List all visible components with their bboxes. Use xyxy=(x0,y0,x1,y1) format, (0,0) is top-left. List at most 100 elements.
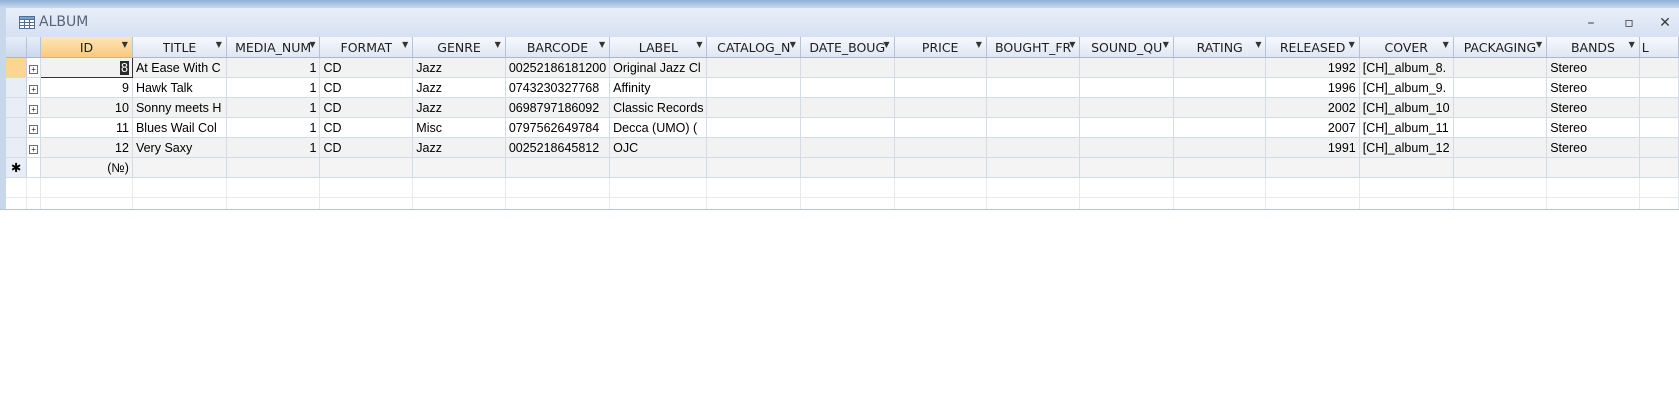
cell-barcode[interactable]: 0797562649784 xyxy=(505,117,611,138)
plus-box-icon[interactable]: + xyxy=(29,84,39,94)
new-record-cell[interactable] xyxy=(894,157,987,178)
cell-title[interactable]: Blues Wail Col xyxy=(132,117,227,138)
cell-title[interactable]: Hawk Talk xyxy=(132,77,227,98)
cell-title[interactable]: At Ease With C xyxy=(132,57,227,78)
new-record-cell[interactable] xyxy=(800,157,895,178)
row-selector[interactable] xyxy=(6,117,28,138)
dropdown-arrow-icon[interactable]: ▼ xyxy=(1443,40,1449,49)
cell-sound-quality[interactable] xyxy=(1079,77,1174,98)
new-record-cell[interactable] xyxy=(319,157,414,178)
new-record-cell[interactable] xyxy=(1359,157,1454,178)
cell-released[interactable]: 1996 xyxy=(1265,77,1360,98)
new-record-cell[interactable] xyxy=(706,157,801,178)
cell-l[interactable] xyxy=(1639,137,1679,158)
cell-rating[interactable] xyxy=(1173,57,1267,78)
column-header-catalog[interactable]: CATALOG_N ▼ xyxy=(706,37,801,58)
new-record-cell[interactable] xyxy=(986,157,1081,178)
cell-bands[interactable]: Stereo xyxy=(1546,77,1640,98)
cell-catalog[interactable] xyxy=(706,117,801,138)
column-header-bought-from[interactable]: BOUGHT_FR ▼ xyxy=(986,37,1081,58)
cell-bands[interactable]: Stereo xyxy=(1546,117,1640,138)
cell-l[interactable] xyxy=(1639,117,1679,138)
plus-box-icon[interactable]: + xyxy=(29,64,39,74)
plus-box-icon[interactable]: + xyxy=(29,144,39,154)
dropdown-arrow-icon[interactable]: ▼ xyxy=(1069,40,1075,49)
cell-format[interactable]: CD xyxy=(319,77,414,98)
title-bar[interactable]: ALBUM – ▫ ✕ xyxy=(6,8,1679,37)
cell-released[interactable]: 1991 xyxy=(1265,137,1360,158)
dropdown-arrow-icon[interactable]: ▼ xyxy=(122,40,128,49)
new-record-cell[interactable] xyxy=(505,157,611,178)
cell-bands[interactable]: Stereo xyxy=(1546,57,1640,78)
cell-format[interactable]: CD xyxy=(319,117,414,138)
cell-bought-from[interactable] xyxy=(986,97,1081,118)
cell-catalog[interactable] xyxy=(706,77,801,98)
dropdown-arrow-icon[interactable]: ▼ xyxy=(1255,40,1261,49)
dropdown-arrow-icon[interactable]: ▼ xyxy=(696,40,702,49)
cell-price[interactable] xyxy=(894,137,987,158)
row-selector[interactable] xyxy=(6,57,28,78)
column-header-rating[interactable]: RATING ▼ xyxy=(1173,37,1267,58)
cell-rating[interactable] xyxy=(1173,77,1267,98)
cell-packaging[interactable] xyxy=(1453,77,1548,98)
column-header-bands[interactable]: BANDS ▼ xyxy=(1546,37,1640,58)
cell-label[interactable]: OJC xyxy=(609,137,708,158)
cell-l[interactable] xyxy=(1639,77,1679,98)
column-header-released[interactable]: RELEASED ▼ xyxy=(1265,37,1360,58)
cell-cover[interactable]: [CH]_album_12 xyxy=(1359,137,1454,158)
cell-rating[interactable] xyxy=(1173,97,1267,118)
cell-catalog[interactable] xyxy=(706,137,801,158)
cell-media-num[interactable]: 1 xyxy=(226,57,321,78)
cell-catalog[interactable] xyxy=(706,97,801,118)
cell-price[interactable] xyxy=(894,97,987,118)
cell-released[interactable]: 2007 xyxy=(1265,117,1360,138)
cell-bands[interactable]: Stereo xyxy=(1546,97,1640,118)
cell-sound-quality[interactable] xyxy=(1079,57,1174,78)
cell-bought-from[interactable] xyxy=(986,117,1081,138)
new-record-cell[interactable] xyxy=(226,157,321,178)
row-selector[interactable] xyxy=(6,77,28,98)
dropdown-arrow-icon[interactable]: ▼ xyxy=(883,40,889,49)
cell-media-num[interactable]: 1 xyxy=(226,77,321,98)
dropdown-arrow-icon[interactable]: ▼ xyxy=(402,40,408,49)
cell-label[interactable]: Classic Records xyxy=(609,97,708,118)
column-header-genre[interactable]: GENRE ▼ xyxy=(412,37,506,58)
cell-id[interactable]: 9 xyxy=(40,77,133,98)
new-record-cell[interactable] xyxy=(132,157,227,178)
cell-barcode[interactable]: 0025218645812 xyxy=(505,137,611,158)
column-header-barcode[interactable]: BARCODE ▼ xyxy=(505,37,611,58)
cell-cover[interactable]: [CH]_album_9. xyxy=(1359,77,1454,98)
dropdown-arrow-icon[interactable]: ▼ xyxy=(599,40,605,49)
dropdown-arrow-icon[interactable]: ▼ xyxy=(495,40,501,49)
cell-label[interactable]: Decca (UMO) ( xyxy=(609,117,708,138)
close-button[interactable]: ✕ xyxy=(1654,14,1676,32)
new-record-row[interactable]: ✱ (№) xyxy=(6,157,1679,178)
row-selector[interactable] xyxy=(6,137,28,158)
cell-packaging[interactable] xyxy=(1453,57,1548,78)
cell-barcode[interactable]: 00252186181200 xyxy=(505,57,611,78)
cell-l[interactable] xyxy=(1639,57,1679,78)
column-header-title[interactable]: TITLE ▼ xyxy=(132,37,227,58)
expand-row-button[interactable]: + xyxy=(26,57,42,78)
dropdown-arrow-icon[interactable]: ▼ xyxy=(309,40,315,49)
dropdown-arrow-icon[interactable]: ▼ xyxy=(1536,40,1542,49)
cell-format[interactable]: CD xyxy=(319,97,414,118)
cell-id[interactable]: 11 xyxy=(40,117,133,138)
cell-price[interactable] xyxy=(894,57,987,78)
cell-title[interactable]: Sonny meets H xyxy=(132,97,227,118)
new-record-marker[interactable]: ✱ xyxy=(6,157,28,178)
column-header-price[interactable]: PRICE ▼ xyxy=(894,37,987,58)
cell-sound-quality[interactable] xyxy=(1079,117,1174,138)
new-record-cell[interactable] xyxy=(1453,157,1548,178)
cell-format[interactable]: CD xyxy=(319,137,414,158)
dropdown-arrow-icon[interactable]: ▼ xyxy=(1163,40,1169,49)
expand-row-button[interactable]: + xyxy=(26,137,42,158)
cell-rating[interactable] xyxy=(1173,137,1267,158)
cell-released[interactable]: 2002 xyxy=(1265,97,1360,118)
cell-rating[interactable] xyxy=(1173,117,1267,138)
cell-format[interactable]: CD xyxy=(319,57,414,78)
dropdown-arrow-icon[interactable]: ▼ xyxy=(790,40,796,49)
cell-genre[interactable]: Jazz xyxy=(412,77,506,98)
plus-box-icon[interactable]: + xyxy=(29,124,39,134)
cell-id[interactable]: 12 xyxy=(40,137,133,158)
